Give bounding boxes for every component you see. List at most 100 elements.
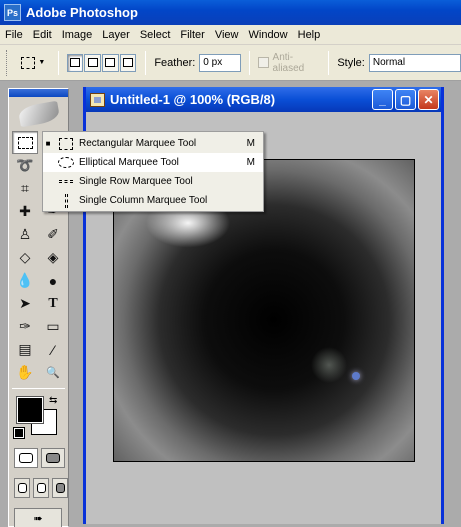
elliptical-marquee-icon [53,157,79,168]
paint-bucket-tool[interactable]: ◈ [40,246,66,269]
hand-tool[interactable]: ✋ [12,361,38,384]
options-separator [249,50,251,75]
maximize-button[interactable]: ▢ [395,89,416,110]
rectangle-tool[interactable]: ▭ [40,315,66,338]
full-screen-menu-button[interactable] [33,478,49,498]
flyout-item-single-column-marquee[interactable]: Single Column Marquee Tool [43,191,263,210]
type-tool[interactable]: T [40,292,66,315]
feather-input[interactable] [199,53,242,72]
color-swatches: ⇆ [9,393,68,445]
clone-stamp-tool[interactable]: ♙ [12,223,38,246]
options-bar-grip[interactable] [6,49,9,76]
menu-window[interactable]: Window [244,29,293,41]
close-button[interactable]: ✕ [418,89,439,110]
rectangular-marquee-icon [53,137,79,150]
history-brush-icon: ✐ [47,226,59,242]
foreground-color-swatch[interactable] [16,396,44,424]
burn-tool-icon: ● [48,272,58,289]
menu-bar: File Edit Image Layer Select Filter View… [0,25,461,45]
crop-tool[interactable]: ⌗ [12,177,38,200]
default-colors-icon[interactable] [13,427,25,439]
subtract-selection-icon [105,58,116,67]
eyedropper-tool[interactable]: ⁄ [40,338,66,361]
close-icon: ✕ [423,92,434,107]
tool-preset-picker[interactable]: ▼ [17,52,50,74]
marquee-tool[interactable] [12,131,38,154]
screen-mode-row [9,478,68,498]
new-selection-button[interactable] [66,53,84,72]
minimize-icon: _ [379,92,386,107]
pen-tool-icon: ✑ [19,318,31,334]
standard-mode-button[interactable] [14,448,38,468]
path-selection-tool[interactable]: ➤ [12,292,38,315]
flyout-item-elliptical-marquee[interactable]: Elliptical Marquee Tool M [43,153,263,172]
hand-tool-icon: ✋ [16,364,34,380]
menu-image[interactable]: Image [57,29,98,41]
menu-layer[interactable]: Layer [97,29,135,41]
current-tool-marker-icon: ■ [45,139,51,148]
type-tool-icon: T [48,295,58,311]
full-screen-button[interactable] [52,478,68,498]
standard-screen-button[interactable] [14,478,30,498]
feather-label: Feather: [154,56,196,69]
menu-view[interactable]: View [210,29,244,41]
flyout-item-rectangular-marquee[interactable]: ■ Rectangular Marquee Tool M [43,134,263,153]
flyout-item-label: Rectangular Marquee Tool [79,138,197,149]
document-icon [90,92,105,107]
shortcut-key: M [246,138,255,149]
single-row-marquee-icon [53,180,79,183]
path-selection-icon: ➤ [19,295,31,311]
anti-aliased-checkbox[interactable] [258,57,269,68]
options-separator [145,50,147,75]
toolbox-header[interactable] [9,89,68,97]
intersect-selection-button[interactable] [119,53,137,72]
subtract-selection-button[interactable] [102,53,119,72]
adobe-online-button[interactable] [9,97,68,131]
photoshop-logo-icon: Ps [4,4,21,21]
eraser-tool[interactable]: ◇ [12,246,38,269]
options-bar: ▼ Feather: Anti-aliased Style: Normal [0,45,461,81]
intersect-selection-icon [123,58,133,67]
document-title-bar[interactable]: Untitled-1 @ 100% (RGB/8) _ ▢ ✕ [86,87,441,112]
quick-mask-mode-button[interactable] [41,448,65,468]
swap-colors-icon[interactable]: ⇆ [49,395,57,406]
lens-flare [352,372,360,380]
menu-filter[interactable]: Filter [175,29,209,41]
zoom-tool[interactable]: 🔍 [40,361,66,384]
chevron-down-icon: ▼ [38,59,46,66]
quick-mask-icon [46,453,60,463]
notes-tool-icon: ▤ [18,341,32,357]
lasso-tool[interactable]: ➰ [12,154,38,177]
add-to-selection-button[interactable] [84,53,102,72]
single-column-marquee-icon [53,193,79,208]
minimize-button[interactable]: _ [372,89,393,110]
flyout-item-label: Elliptical Marquee Tool [79,157,179,168]
burn-tool[interactable]: ● [40,269,66,292]
jump-to-row: ➠ [9,508,68,527]
marquee-tool-icon [17,136,33,149]
add-selection-icon [87,58,98,67]
blur-tool[interactable]: 💧 [12,269,38,292]
pen-tool[interactable]: ✑ [12,315,38,338]
healing-brush-tool[interactable]: ✚ [12,200,38,223]
style-select[interactable]: Normal [368,53,461,72]
eyedropper-tool-icon: ⁄ [51,341,55,358]
menu-help[interactable]: Help [293,29,326,41]
flyout-item-label: Single Row Marquee Tool [79,176,193,187]
anti-aliased-label: Anti-aliased [272,51,305,74]
app-title-bar[interactable]: Ps Adobe Photoshop [0,0,461,25]
shortcut-key: M [246,157,255,168]
menu-edit[interactable]: Edit [28,29,57,41]
clone-stamp-icon: ♙ [18,226,32,242]
menu-file[interactable]: File [0,29,28,41]
full-screen-menu-icon [36,483,46,493]
notes-tool[interactable]: ▤ [12,338,38,361]
history-brush-tool[interactable]: ✐ [40,223,66,246]
blur-tool-icon: 💧 [16,272,34,288]
flyout-item-single-row-marquee[interactable]: Single Row Marquee Tool [43,172,263,191]
crop-tool-icon: ⌗ [21,180,29,196]
standard-screen-icon [17,483,27,493]
jump-to-imageready-button[interactable]: ➠ [14,508,62,527]
flyout-item-label: Single Column Marquee Tool [79,195,208,206]
menu-select[interactable]: Select [135,29,176,41]
